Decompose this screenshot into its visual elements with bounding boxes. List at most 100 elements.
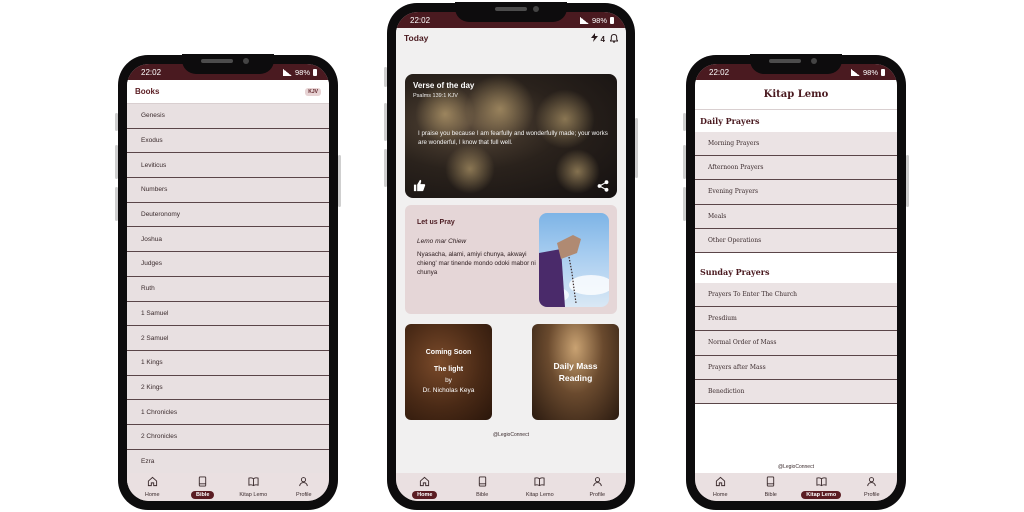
tab-home[interactable]: Home bbox=[400, 476, 450, 499]
tab-bar: Home Bible Kitap Lemo Profile bbox=[396, 473, 626, 501]
verse-text: I praise you because I am fearfully and … bbox=[418, 130, 608, 146]
lightning-icon bbox=[591, 32, 599, 42]
tab-kitap-lemo[interactable]: Kitap Lemo bbox=[515, 476, 565, 499]
tab-bible[interactable]: Bible bbox=[178, 475, 228, 499]
streak[interactable]: 4 bbox=[591, 32, 605, 44]
prayer-item[interactable]: Prayers To Enter The Church bbox=[695, 282, 897, 308]
book-item[interactable]: 1 Samuel bbox=[127, 301, 329, 327]
phone-bible: 22:02 98% Books KJV Genesis Exodus Levitic… bbox=[115, 54, 341, 510]
tab-bible[interactable]: Bible bbox=[457, 475, 507, 499]
book-item[interactable]: Exodus bbox=[127, 128, 329, 154]
user-icon bbox=[866, 476, 877, 491]
prayer-item[interactable]: Other Operations bbox=[695, 228, 897, 253]
book-item[interactable]: 1 Chronicles bbox=[127, 400, 329, 425]
copyright: @LegioConnect bbox=[493, 432, 529, 438]
tab-label: Profile bbox=[589, 491, 606, 498]
tab-bar: Home Bible Kitap Lemo Profile bbox=[695, 473, 897, 501]
book-item[interactable]: 1 Kings bbox=[127, 350, 329, 376]
phone-home: 22:02 98% Today 4 Verse of the day Psalm… bbox=[384, 2, 638, 510]
book-icon bbox=[197, 475, 208, 491]
screen-home: 22:02 98% Today 4 Verse of the day Psalm… bbox=[396, 12, 626, 501]
let-us-pray-card[interactable]: Let us Pray Lemo mar Chiew Nyasacha, ala… bbox=[405, 205, 617, 314]
pray-title: Let us Pray bbox=[417, 219, 455, 226]
daily-mass-line2: Reading bbox=[558, 373, 593, 383]
prayer-item[interactable]: Afternoon Prayers bbox=[695, 156, 897, 181]
book-item[interactable]: Joshua bbox=[127, 227, 329, 253]
book-icon bbox=[765, 475, 776, 491]
bell-icon[interactable] bbox=[610, 33, 618, 43]
user-icon bbox=[592, 476, 603, 491]
home-header: Today 4 bbox=[396, 28, 626, 48]
status-time: 22:02 bbox=[709, 67, 730, 77]
tab-profile[interactable]: Profile bbox=[847, 476, 897, 499]
book-item[interactable]: Genesis bbox=[127, 104, 329, 129]
tab-label: Kitap Lemo bbox=[239, 491, 268, 498]
open-book-icon bbox=[248, 476, 259, 491]
signal-icon bbox=[282, 68, 292, 76]
tab-home[interactable]: Home bbox=[695, 476, 745, 499]
tab-label: Profile bbox=[295, 491, 312, 498]
book-icon bbox=[477, 475, 488, 491]
status-time: 22:02 bbox=[410, 15, 431, 25]
prayer-item[interactable]: Benediction bbox=[695, 379, 897, 404]
book-author: Dr. Nicholas Keya bbox=[422, 387, 475, 394]
coming-soon-card[interactable]: Coming Soon The light by Dr. Nicholas Ke… bbox=[405, 324, 492, 420]
book-item[interactable]: Leviticus bbox=[127, 153, 329, 179]
pray-subtitle: Lemo mar Chiew bbox=[417, 238, 467, 245]
book-item[interactable]: 2 Chronicles bbox=[127, 424, 329, 450]
prayer-item[interactable]: Morning Prayers bbox=[695, 132, 897, 157]
open-book-icon bbox=[816, 476, 827, 491]
books-header: Books KJV bbox=[127, 80, 329, 104]
tab-label: Bible bbox=[476, 491, 489, 498]
screen-kitap-lemo: 22:02 98% Kitap Lemo Daily Prayers Mornin… bbox=[695, 64, 897, 501]
tab-label: Bible bbox=[764, 491, 777, 498]
user-icon bbox=[298, 476, 309, 491]
share-icon[interactable] bbox=[597, 180, 609, 192]
book-item[interactable]: Ruth bbox=[127, 276, 329, 302]
tab-label: Profile bbox=[863, 491, 880, 498]
book-item[interactable]: Judges bbox=[127, 252, 329, 277]
thumbs-up-icon[interactable] bbox=[413, 179, 426, 192]
tab-profile[interactable]: Profile bbox=[279, 476, 329, 499]
book-list: Genesis Exodus Leviticus Numbers Deuteronomy… bbox=[127, 104, 329, 475]
tab-kitap-lemo[interactable]: Kitap Lemo bbox=[228, 476, 278, 499]
pray-text: Nyasacha, alami, amiyi chunya, akwayi ch… bbox=[417, 251, 536, 276]
page-title: Kitap Lemo bbox=[695, 80, 897, 110]
prayer-list: Daily Prayers Morning Prayers Afternoon Pr… bbox=[695, 110, 897, 404]
book-item[interactable]: Deuteronomy bbox=[127, 202, 329, 228]
status-time: 22:02 bbox=[141, 67, 162, 77]
notch bbox=[455, 2, 567, 22]
tab-label: Kitap Lemo bbox=[525, 491, 554, 498]
prayer-item[interactable]: Normal Order of Mass bbox=[695, 331, 897, 356]
tab-label: Home bbox=[412, 490, 438, 499]
daily-mass-reading-card[interactable]: Daily Mass Reading bbox=[532, 324, 619, 420]
prayer-item[interactable]: Evening Prayers bbox=[695, 180, 897, 205]
prayer-item[interactable]: Presdium bbox=[695, 307, 897, 332]
book-item[interactable]: 2 Kings bbox=[127, 375, 329, 401]
home-content: Today 4 Verse of the day Psalms 139:1 KJ… bbox=[396, 28, 626, 473]
battery-level: 98% bbox=[294, 67, 310, 77]
tab-label: Home bbox=[712, 491, 728, 498]
battery-level: 98% bbox=[591, 15, 607, 25]
signal-icon bbox=[579, 16, 589, 24]
signal-icon bbox=[850, 68, 860, 76]
version-badge[interactable]: KJV bbox=[305, 87, 321, 96]
tab-bible[interactable]: Bible bbox=[746, 475, 796, 499]
tab-profile[interactable]: Profile bbox=[572, 476, 622, 499]
verse-title: Verse of the day bbox=[413, 81, 475, 90]
home-icon bbox=[419, 476, 430, 491]
book-item[interactable]: Numbers bbox=[127, 178, 329, 203]
book-item[interactable]: 2 Samuel bbox=[127, 326, 329, 351]
verse-of-the-day-card[interactable]: Verse of the day Psalms 139:1 KJV I prai… bbox=[405, 74, 617, 198]
battery-level: 98% bbox=[862, 67, 878, 77]
tab-kitap-lemo[interactable]: Kitap Lemo bbox=[796, 476, 846, 499]
page-title: Today bbox=[404, 33, 429, 43]
book-title: The light bbox=[433, 366, 464, 373]
book-item[interactable]: Ezra bbox=[127, 449, 329, 475]
tab-home[interactable]: Home bbox=[127, 476, 177, 499]
prayer-item[interactable]: Meals bbox=[695, 204, 897, 229]
prayer-item[interactable]: Prayers after Mass bbox=[695, 355, 897, 380]
book-by: by bbox=[445, 377, 452, 384]
phone-kitap-lemo: 22:02 98% Kitap Lemo Daily Prayers Mornin… bbox=[683, 54, 909, 510]
battery-icon bbox=[881, 68, 885, 76]
